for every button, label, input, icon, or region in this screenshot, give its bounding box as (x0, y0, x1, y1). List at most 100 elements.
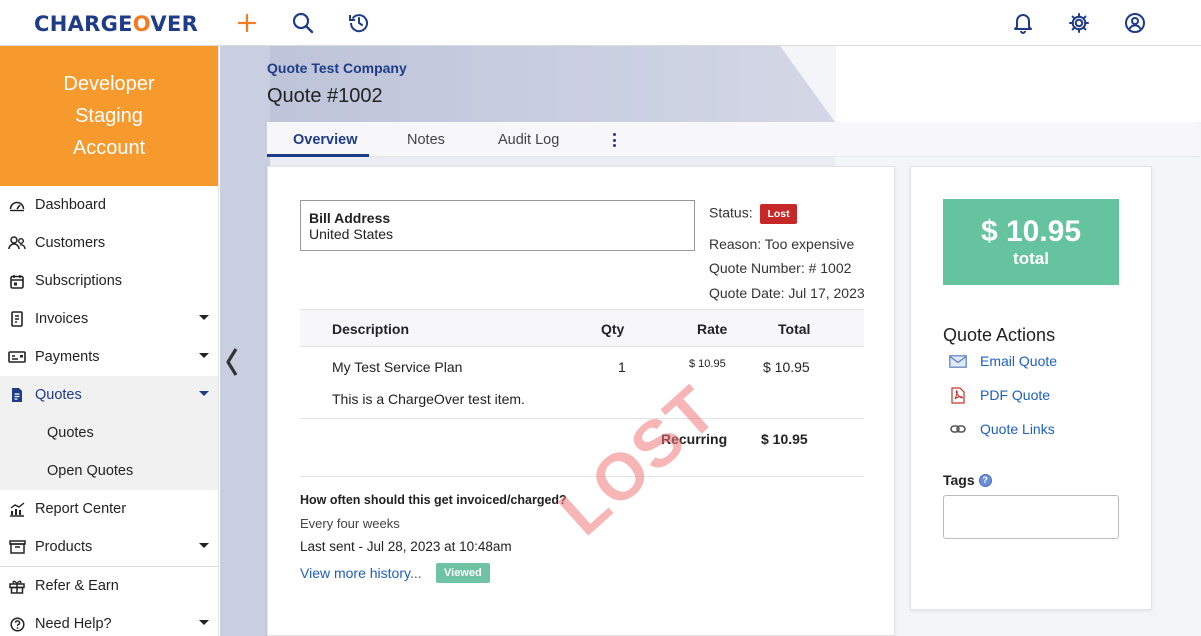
chevron-down-icon[interactable] (199, 391, 209, 396)
company-name-link[interactable]: Quote Test Company (267, 60, 407, 76)
sidebar-item-subscriptions[interactable]: Subscriptions (0, 262, 218, 300)
account-name-line: Account (72, 137, 146, 159)
quote-document-icon (8, 386, 26, 404)
quote-reason: Reason: Too expensive (709, 236, 855, 252)
line-note: This is a ChargeOver test item. (332, 391, 525, 407)
column-header-total: Total (778, 321, 811, 337)
status-row: Status: Lost (709, 204, 797, 224)
total-amount-box: $ 10.95 total (943, 199, 1119, 285)
sidebar-item-label: Products (35, 539, 93, 555)
sidebar-item-label: Dashboard (35, 197, 106, 213)
chevron-down-icon[interactable] (199, 353, 209, 358)
page-title: Quote #1002 (267, 85, 383, 107)
sidebar: Developer Staging Account Dashboard Cust… (0, 46, 219, 636)
more-options-kebab-icon[interactable] (611, 133, 617, 147)
pdf-quote-action[interactable]: PDF Quote (949, 385, 1050, 405)
tab-overview[interactable]: Overview (293, 132, 358, 148)
sidebar-item-dashboard[interactable]: Dashboard (0, 186, 218, 224)
billing-frequency: Every four weeks (300, 516, 400, 531)
total-amount: $ 10.95 (980, 215, 1082, 248)
tags-input[interactable] (943, 495, 1119, 539)
help-circle-icon (8, 615, 26, 633)
sidebar-subitem-open-quotes[interactable]: Open Quotes (0, 452, 218, 490)
sidebar-subitem-quotes[interactable]: Quotes (0, 414, 218, 452)
history-icon[interactable] (346, 10, 372, 36)
tags-label: Tags ? (943, 472, 992, 488)
logo-text-ver: VER (150, 12, 199, 36)
user-account-icon[interactable] (1122, 10, 1148, 36)
collapse-sidebar-chevron-icon[interactable] (222, 346, 242, 378)
quote-detail-card: Bill Address United States Status: Lost … (267, 166, 895, 636)
sidebar-item-invoices[interactable]: Invoices (0, 300, 218, 338)
sidebar-item-customers[interactable]: Customers (0, 224, 218, 262)
logo-text-charge: CHARGE (34, 12, 133, 36)
quote-number: Quote Number: # 1002 (709, 260, 852, 276)
payment-card-icon (8, 348, 26, 366)
recurring-total-row: Recurring $ 10.95 (300, 419, 864, 459)
sidebar-item-label: Payments (35, 349, 100, 365)
chevron-down-icon[interactable] (199, 543, 209, 548)
action-label: Quote Links (980, 421, 1055, 437)
action-label: PDF Quote (980, 387, 1051, 403)
viewed-badge: Viewed (436, 563, 490, 583)
status-label: Status: (709, 204, 753, 221)
tab-notes[interactable]: Notes (407, 132, 445, 148)
sidebar-item-report-center[interactable]: Report Center (0, 490, 218, 528)
add-plus-icon[interactable] (234, 10, 260, 36)
billing-frequency-question: How often should this get invoiced/charg… (300, 493, 567, 507)
calendar-icon (8, 272, 26, 290)
total-label: total (1013, 249, 1049, 268)
sidebar-item-label: Invoices (35, 311, 89, 327)
search-icon[interactable] (290, 10, 316, 36)
envelope-icon (949, 353, 967, 369)
gift-icon (8, 577, 26, 595)
last-sent-info: Last sent - Jul 28, 2023 at 10:48am (300, 539, 512, 554)
active-tab-indicator (267, 154, 369, 157)
product-box-icon (8, 538, 26, 556)
view-more-history-link[interactable]: View more history... (300, 565, 422, 581)
action-label: Email Quote (980, 353, 1058, 369)
recurring-total: $ 10.95 (761, 431, 808, 447)
header-right-area (836, 46, 1201, 122)
account-name-line: Staging (75, 105, 143, 127)
gear-icon[interactable] (1066, 10, 1092, 36)
dashboard-gauge-icon (8, 196, 26, 214)
account-name-line: Developer (63, 73, 155, 95)
customers-icon (8, 234, 26, 252)
tab-bar: Overview Notes Audit Log (267, 122, 1199, 157)
account-banner[interactable]: Developer Staging Account (0, 46, 218, 186)
link-icon (949, 421, 967, 437)
table-header-row: Description Qty Rate Total (300, 309, 864, 347)
logo-text-o: O (132, 12, 151, 36)
sidebar-item-label: Quotes (35, 387, 82, 403)
sidebar-item-label: Customers (35, 235, 106, 251)
bill-address-box: Bill Address United States (300, 200, 695, 251)
quote-summary-card: $ 10.95 total Quote Actions Email Quote … (910, 166, 1152, 610)
quote-actions-heading: Quote Actions (943, 325, 1056, 345)
line-items-table: Description Qty Rate Total My Test Servi… (300, 309, 864, 459)
sidebar-item-products[interactable]: Products (0, 528, 218, 566)
bell-icon[interactable] (1010, 10, 1036, 36)
sidebar-item-need-help[interactable]: Need Help? (0, 605, 218, 636)
line-qty: 1 (618, 359, 626, 375)
help-question-icon[interactable]: ? (978, 473, 992, 487)
chart-icon (8, 500, 26, 518)
line-rate: $ 10.95 (689, 358, 726, 370)
sidebar-item-label: Need Help? (35, 616, 112, 632)
line-description: My Test Service Plan (332, 359, 463, 375)
line-total: $ 10.95 (763, 359, 810, 375)
email-quote-action[interactable]: Email Quote (949, 351, 1057, 371)
tab-audit-log[interactable]: Audit Log (498, 132, 559, 148)
chargeover-logo[interactable]: CHARGEOVER (34, 12, 198, 36)
sidebar-item-refer-earn[interactable]: Refer & Earn (0, 567, 218, 605)
top-bar: CHARGEOVER (0, 0, 1201, 46)
column-header-rate: Rate (697, 321, 728, 337)
chevron-down-icon[interactable] (199, 620, 209, 625)
sidebar-item-label: Quotes (47, 425, 94, 441)
tags-label-text: Tags (943, 472, 975, 488)
bill-address-heading: Bill Address (309, 210, 391, 226)
sidebar-item-payments[interactable]: Payments (0, 338, 218, 376)
sidebar-item-quotes[interactable]: Quotes (0, 376, 218, 414)
quote-links-action[interactable]: Quote Links (949, 419, 1055, 439)
chevron-down-icon[interactable] (199, 315, 209, 320)
